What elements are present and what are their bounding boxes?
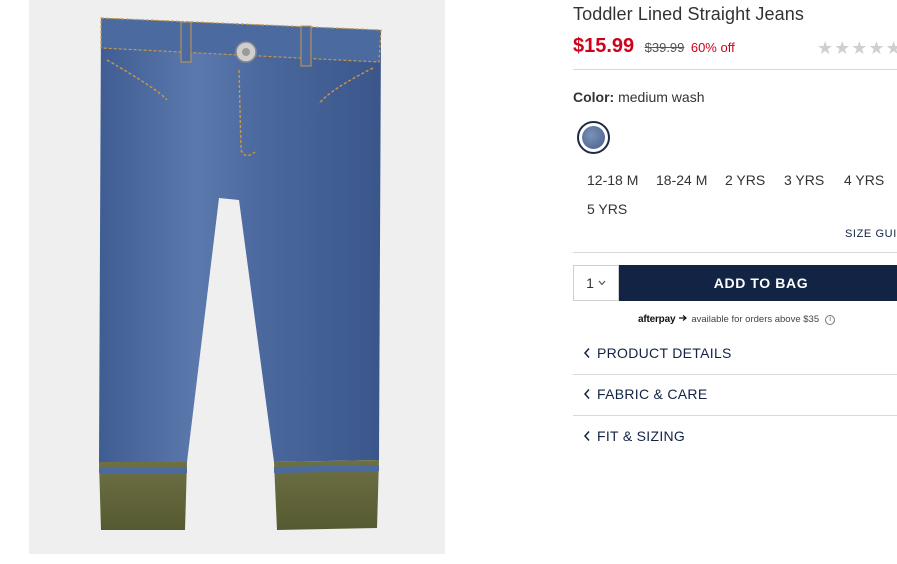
chevron-left-icon [573,430,597,442]
size-option[interactable]: 12-18 M [587,172,638,188]
accordion-fit-sizing[interactable]: FIT & SIZING [573,416,897,456]
chevron-left-icon [573,347,597,359]
product-title: Toddler Lined Straight Jeans [573,4,804,24]
product-info-panel: Toddler Lined Straight Jeans $15.99 $39.… [573,0,897,564]
color-row: Color: medium wash [573,89,704,105]
chevron-down-icon [598,278,606,289]
info-icon[interactable]: i [825,314,836,325]
accordion-fabric-care[interactable]: FABRIC & CARE [573,374,897,414]
accordion-label: FIT & SIZING [597,428,686,444]
divider [573,69,897,70]
product-image[interactable] [29,0,445,554]
size-guide-link[interactable]: SIZE GUID [845,228,897,240]
accordion-label: PRODUCT DETAILS [597,345,732,361]
afterpay-logo: afterpay [638,314,676,325]
quantity-select[interactable]: 1 [573,265,619,301]
swatch-fill [582,126,605,149]
rating-stars[interactable]: ★★★★★ [817,38,897,59]
size-option[interactable]: 3 YRS [784,172,824,188]
quantity-value: 1 [586,275,594,291]
discount-percent: 60% off [690,40,735,55]
size-option[interactable]: 5 YRS [587,201,627,217]
color-label: Color: [573,89,615,105]
divider [573,252,897,253]
afterpay-text: available for orders above $35 [691,314,820,325]
accordion-product-details[interactable]: PRODUCT DETAILS [573,333,897,373]
color-value: medium wash [618,89,705,105]
original-price: $39.99 [644,40,685,55]
add-to-bag-button[interactable]: ADD TO BAG [619,265,897,301]
color-swatch-medium-wash[interactable] [577,121,610,154]
afterpay-arrow-icon [678,314,688,325]
size-option[interactable]: 18-24 M [656,172,707,188]
size-option[interactable]: 4 YRS [844,172,884,188]
accordion-label: FABRIC & CARE [597,386,708,402]
sale-price: $15.99 [573,35,635,57]
jeans-illustration [99,17,382,530]
chevron-left-icon [573,388,597,400]
afterpay-notice: afterpay available for orders above $35 … [638,314,836,325]
size-option[interactable]: 2 YRS [725,172,765,188]
